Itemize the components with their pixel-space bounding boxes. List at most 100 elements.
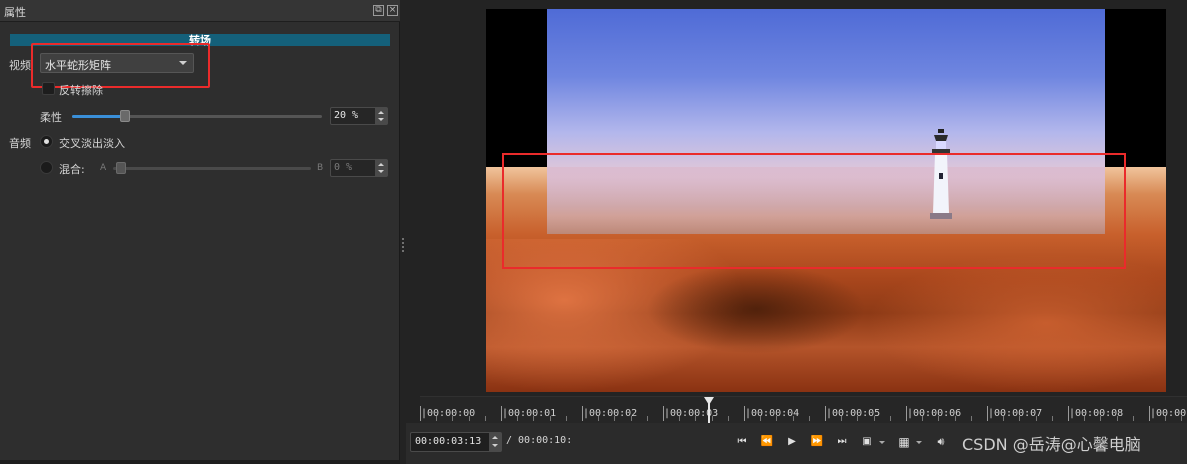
volume-icon[interactable]: 🔊︎ [933,434,949,450]
rewind-icon[interactable]: ⏪ [759,434,775,450]
mix-spinbox[interactable]: 0 % [330,159,388,177]
mix-spin-buttons[interactable] [375,160,387,176]
ruler-minor-tick [1084,416,1085,421]
ruler-minor-tick [776,416,777,421]
ruler-time-label: |00:00:03 [664,408,719,419]
ruler-time-label: |00:00:05 [826,408,881,419]
zoom-icon[interactable]: ▣ [859,434,875,450]
ruler-time-label: |00:00:01 [502,408,557,419]
ruler-time-label: |00:00:08 [1069,408,1124,419]
ruler-minor-tick [922,416,923,421]
panel-title: 属性 [4,6,26,19]
ruler-minor-tick [1133,416,1134,421]
ruler-minor-tick [955,416,956,421]
ruler-minor-tick [760,416,761,421]
ruler-minor-tick [1181,416,1182,421]
ruler-time-label: |00:00:04 [745,408,800,419]
softness-spin-buttons[interactable] [375,108,387,124]
invert-wipe-checkbox[interactable] [42,82,55,95]
softness-slider-handle[interactable] [120,110,130,122]
play-icon[interactable]: ▶ [784,434,800,450]
highlight-annotation-box [31,43,210,88]
transport-bar: 00:00:03:13 / 00:00:10: ⏮ ⏪ ▶ ⏩ ⏭ ▣ ▦ 🔊︎… [406,423,1187,464]
panel-bottom-strip [0,460,400,464]
spin-down-icon[interactable] [378,118,384,121]
ruler-time-label: |00:00:02 [583,408,638,419]
properties-panel: 属性 ⧉ × 转场 视频 水平蛇形矩阵 反转擦除 柔性 20 % 音频 交叉淡出… [0,0,400,464]
ruler-minor-tick [1019,416,1020,421]
ruler-minor-tick [485,416,486,421]
video-label: 视频 [9,59,31,72]
ruler-minor-tick [631,416,632,421]
spin-down-icon[interactable] [492,444,498,447]
ruler-minor-tick [695,416,696,421]
softness-label: 柔性 [40,111,62,124]
splitter-grip[interactable] [402,238,404,252]
ruler-minor-tick [598,416,599,421]
desert-rock-highlight [866,254,1166,392]
timeline-ruler[interactable]: |00:00:00 |00:00:01 |00:00:02 |00:00:03 |00:… [420,396,1187,423]
mix-radio[interactable] [40,161,53,174]
softness-value: 20 % [334,110,359,121]
invert-wipe-label: 反转擦除 [59,84,103,97]
ruler-minor-tick [517,416,518,421]
ruler-minor-tick [841,416,842,421]
position-timecode-field[interactable]: 00:00:03:13 [410,432,502,452]
softness-slider-fill [72,115,122,118]
mix-slider-handle[interactable] [116,162,126,174]
ruler-minor-tick [971,416,972,421]
mix-a-label: A [100,163,107,173]
ruler-minor-tick [1003,416,1004,421]
mix-b-label: B [317,163,324,173]
playhead-line[interactable] [708,403,710,423]
panel-splitter[interactable] [401,0,420,464]
softness-slider[interactable] [72,115,322,118]
ruler-time-label: |00:00:07 [988,408,1043,419]
ruler-time-label: |00:00:00 [421,408,476,419]
skip-to-start-icon[interactable]: ⏮ [734,434,750,450]
ruler-minor-tick [533,416,534,421]
highlight-annotation-box [502,153,1126,269]
ruler-minor-tick [452,416,453,421]
position-spin-buttons[interactable] [489,433,501,451]
spin-up-icon[interactable] [378,111,384,114]
grid-icon[interactable]: ▦ [896,434,912,450]
ruler-minor-tick [469,416,470,421]
ruler-time-label: |00:00:06 [907,408,962,419]
audio-label: 音频 [9,137,31,150]
ruler-minor-tick [614,416,615,421]
crossfade-radio[interactable] [40,135,53,148]
ruler-minor-tick [1052,416,1053,421]
close-panel-icon[interactable]: × [387,5,398,16]
ruler-minor-tick [712,416,713,421]
duration-timecode: / 00:00:10: [506,435,573,446]
fast-forward-icon[interactable]: ⏩ [809,434,825,450]
ruler-minor-tick [1036,416,1037,421]
ruler-minor-tick [566,416,567,421]
properties-titlebar: 属性 ⧉ × [0,0,400,22]
skip-to-end-icon[interactable]: ⏭ [834,434,850,450]
ruler-minor-tick [793,416,794,421]
grid-dropdown-arrow-icon[interactable] [916,441,922,444]
desert-rock-shadow [646,264,866,354]
ruler-minor-tick [874,416,875,421]
ruler-minor-tick [938,416,939,421]
ruler-minor-tick [809,416,810,421]
ruler-minor-tick [857,416,858,421]
spin-down-icon[interactable] [378,170,384,173]
zoom-dropdown-arrow-icon[interactable] [879,441,885,444]
ruler-minor-tick [647,416,648,421]
ruler-minor-tick [1117,416,1118,421]
crossfade-label: 交叉淡出淡入 [59,137,125,150]
ruler-minor-tick [436,416,437,421]
mix-label: 混合: [59,163,85,176]
float-panel-icon[interactable]: ⧉ [373,5,384,16]
mix-value: 0 % [334,162,353,173]
spin-up-icon[interactable] [378,163,384,166]
softness-spinbox[interactable]: 20 % [330,107,388,125]
ruler-minor-tick [728,416,729,421]
ruler-minor-tick [1165,416,1166,421]
spin-up-icon[interactable] [492,436,498,439]
mix-slider[interactable] [113,167,311,170]
ruler-minor-tick [679,416,680,421]
